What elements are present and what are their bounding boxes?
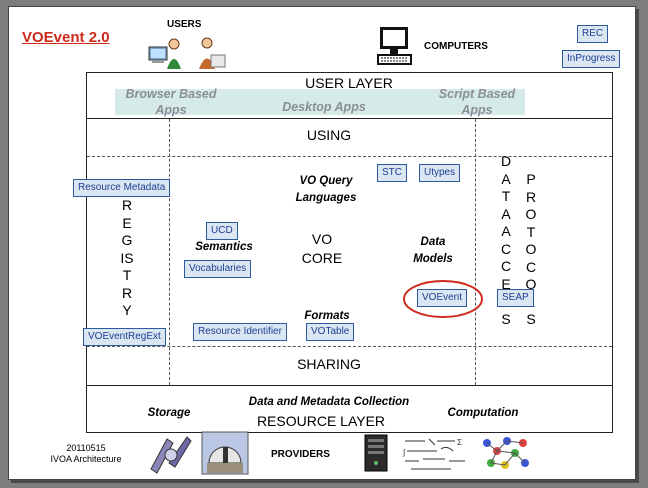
- resource-layer-label: RESOURCE LAYER: [256, 413, 386, 429]
- date-label: 20110515: [66, 443, 106, 453]
- query-languages-label: VO Query Languages: [295, 175, 357, 204]
- seap-tag: SEAP: [497, 289, 534, 307]
- data-models-label: Data Models: [413, 236, 453, 265]
- collection-label: Data and Metadata Collection: [248, 396, 410, 408]
- script-apps-label: Script Based Apps: [438, 87, 516, 117]
- computation-label: Computation: [447, 407, 519, 419]
- slide: VOEvent 2.0 USERS COMPUTERS REC InProgre…: [8, 6, 636, 480]
- core-top-boundary: [87, 156, 612, 157]
- equations-icon: Σ ∫: [402, 438, 465, 470]
- votable-tag: VOTable: [306, 323, 355, 341]
- using-label: USING: [306, 127, 352, 143]
- ucd-tag: UCD: [206, 222, 238, 240]
- desktop-apps-label: Desktop Apps: [282, 100, 366, 114]
- semantics-label: Semantics: [195, 241, 253, 253]
- providers-label: PROVIDERS: [271, 449, 330, 460]
- status-inprogress-badge: InProgress: [562, 50, 621, 68]
- title-prefix: VOEvent: [22, 29, 85, 46]
- storage-label: Storage: [147, 407, 191, 419]
- svg-text:∫: ∫: [402, 448, 406, 457]
- molecules-icon: [483, 437, 529, 469]
- registry-boundary: [169, 119, 170, 385]
- title-version: 2.0: [88, 29, 110, 46]
- users-icon: [148, 37, 226, 69]
- computers-label: COMPUTERS: [424, 41, 488, 52]
- observatory-icon: [201, 431, 249, 475]
- server-icon: [364, 434, 388, 472]
- caption-label: IVOA Architecture: [50, 454, 122, 464]
- resource-metadata-tag: Resource Metadata: [73, 179, 171, 197]
- utypes-tag: Utypes: [419, 164, 461, 182]
- slide-title: VOEvent 2.0: [22, 29, 110, 46]
- computer-icon: [377, 27, 412, 65]
- status-rec-badge: REC: [577, 25, 609, 43]
- vo-core-label: VO CORE: [301, 231, 343, 266]
- user-layer-divider: [86, 118, 613, 119]
- users-label: USERS: [167, 19, 202, 30]
- sharing-label: SHARING: [297, 356, 361, 372]
- svg-text:Σ: Σ: [457, 438, 462, 447]
- browser-apps-label: Browser Based Apps: [125, 87, 217, 117]
- registry-label: REGISTRY: [120, 197, 134, 318]
- voeventregext-tag: VOEventRegExt: [83, 328, 166, 346]
- voevent-highlight-ellipse: [403, 280, 483, 318]
- resource-identifier-tag: Resource Identifier: [193, 323, 287, 341]
- core-bottom-boundary: [87, 346, 612, 347]
- satellite-icon: [150, 436, 192, 474]
- vocabularies-tag: Vocabularies: [184, 260, 252, 278]
- data-access-boundary: [475, 119, 476, 385]
- stc-tag: STC: [377, 164, 407, 182]
